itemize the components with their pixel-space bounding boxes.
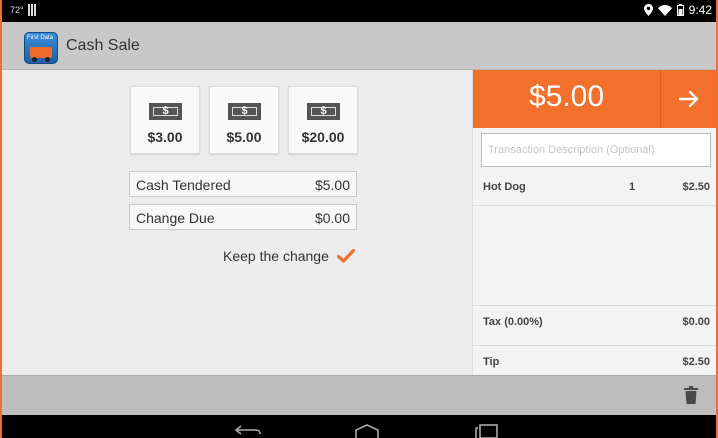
clock: 9:42: [688, 3, 712, 17]
order-total: $5.00: [528, 80, 605, 113]
app-logo-text: First Data: [27, 35, 54, 41]
cash-tendered-value: $5.00: [314, 177, 350, 193]
quick-cash-button[interactable]: $ $5.00: [209, 86, 279, 154]
truck-wheel: [45, 57, 50, 62]
battery-icon: [676, 4, 684, 16]
change-due-field: Change Due $0.00: [129, 204, 357, 230]
cash-bill-icon: $: [149, 103, 182, 120]
cash-tendered-field[interactable]: Cash Tendered $5.00: [129, 171, 357, 197]
recent-apps-icon[interactable]: [474, 424, 498, 438]
item-name: Hot Dog: [483, 181, 526, 193]
quick-cash-button[interactable]: $ $3.00: [130, 86, 200, 154]
quick-cash-button[interactable]: $ $20.00: [288, 86, 358, 154]
tax-value: $0.00: [682, 316, 710, 328]
total-bar: $5.00: [473, 70, 716, 128]
proceed-button[interactable]: [660, 70, 716, 128]
item-qty: 1: [629, 181, 636, 193]
notification-bars-icon: [28, 4, 38, 16]
change-due-value: $0.00: [314, 210, 350, 226]
tax-row: Tax (0.00%) $0.00: [473, 305, 716, 335]
location-icon: [643, 4, 653, 16]
quick-cash-label: $20.00: [301, 129, 345, 145]
tip-value: $2.50: [682, 356, 710, 368]
temperature-label: 72°: [10, 5, 24, 15]
wifi-icon: [657, 4, 672, 16]
status-bar: 72° 9:42: [2, 0, 716, 22]
home-icon[interactable]: [354, 424, 380, 438]
app-frame: 72° 9:42 First Data Cash Sale $ $3.00 $ …: [0, 0, 718, 438]
trash-icon[interactable]: [684, 386, 698, 404]
order-summary-panel: $5.00 Hot Dog 1 $2.50 Tax (0.00%) $0.00 …: [472, 70, 716, 375]
tip-label: Tip: [483, 356, 500, 368]
keep-change-toggle[interactable]: Keep the change: [223, 248, 355, 264]
item-price: $2.50: [682, 181, 710, 193]
payment-panel: $ $3.00 $ $5.00 $ $20.00 Cash Tendered $…: [2, 70, 472, 375]
page-title: Cash Sale: [66, 37, 140, 54]
quick-cash-label: $3.00: [147, 129, 183, 145]
system-nav-bar: [2, 415, 716, 438]
back-icon[interactable]: [234, 424, 262, 438]
action-bar: First Data Cash Sale: [2, 22, 716, 70]
tip-row[interactable]: Tip $2.50: [473, 345, 716, 375]
cash-tendered-label: Cash Tendered: [136, 177, 231, 193]
cash-bill-icon: $: [307, 103, 340, 120]
quick-cash-label: $5.00: [226, 129, 262, 145]
arrow-right-icon: [679, 90, 699, 108]
list-item[interactable]: Hot Dog 1 $2.50: [473, 176, 716, 206]
transaction-description-input[interactable]: [481, 133, 711, 167]
change-due-label: Change Due: [136, 210, 215, 226]
tax-label: Tax (0.00%): [483, 316, 543, 328]
status-icons: 9:42: [643, 3, 712, 17]
checkmark-icon: [336, 249, 355, 263]
truck-wheel: [32, 57, 37, 62]
bottom-toolbar: [2, 375, 716, 415]
keep-change-label: Keep the change: [223, 248, 329, 264]
cash-bill-icon: $: [228, 103, 261, 120]
app-logo-icon[interactable]: First Data: [24, 32, 58, 64]
